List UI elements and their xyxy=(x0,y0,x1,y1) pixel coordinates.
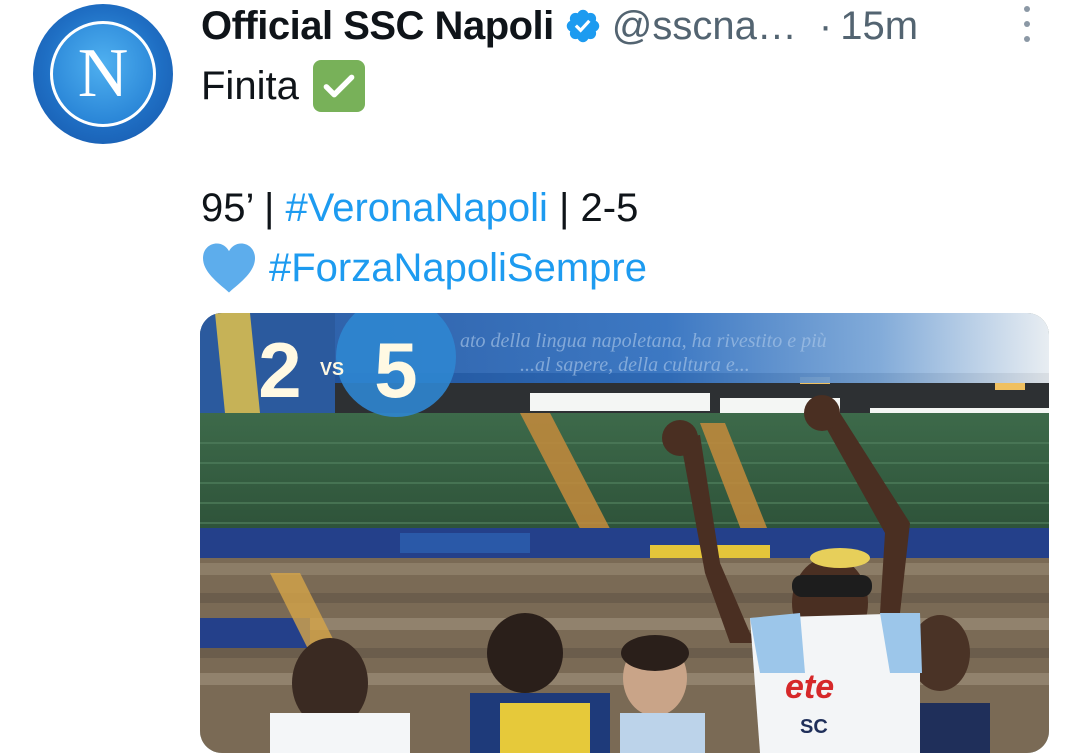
avatar-letter: N xyxy=(77,35,129,112)
verified-badge-icon xyxy=(566,9,600,43)
banner-text-2: ...al sapere, della cultura e... xyxy=(520,354,750,376)
tweet-text-line-1: Finita xyxy=(201,58,365,114)
check-mark-icon xyxy=(312,60,365,112)
tweet-header: Official SSC Napoli @sscna… · 15m xyxy=(201,0,918,52)
more-options-icon[interactable] xyxy=(1020,6,1034,42)
stadium-light xyxy=(995,383,1025,390)
svg-text:SC: SC xyxy=(800,716,828,738)
tweet-text-line-2: 95’ | #VeronaNapoli | 2-5 xyxy=(201,180,638,236)
display-name[interactable]: Official SSC Napoli xyxy=(201,4,554,49)
tweet-media-image[interactable]: ete SC ato della lingua napoletana, ha r… xyxy=(200,313,1049,753)
score-suffix: | 2-5 xyxy=(547,185,639,230)
match-photo: ete SC ato della lingua napoletana, ha r… xyxy=(200,313,1049,753)
avatar[interactable]: N xyxy=(33,4,173,144)
score-vs: VS xyxy=(320,359,344,379)
tweet-text-line-3: #ForzaNapoliSempre xyxy=(201,240,647,296)
tweet-text-finita: Finita xyxy=(201,63,299,108)
score-away: 5 xyxy=(374,326,417,414)
hashtag-forzanapolisempre[interactable]: #ForzaNapoliSempre xyxy=(269,246,647,291)
score-home: 2 xyxy=(258,326,301,414)
hashtag-veronanapoli[interactable]: #VeronaNapoli xyxy=(286,186,548,231)
handle[interactable]: @sscna… xyxy=(612,4,797,49)
napoli-logo: N xyxy=(50,21,156,127)
banner-text-1: ato della lingua napoletana, ha rivestit… xyxy=(460,330,827,352)
blue-heart-icon xyxy=(203,243,255,293)
timestamp[interactable]: 15m xyxy=(840,4,918,49)
separator-dot: · xyxy=(818,3,833,48)
svg-text:ete: ete xyxy=(785,668,834,706)
score-prefix: 95’ | xyxy=(201,185,286,230)
